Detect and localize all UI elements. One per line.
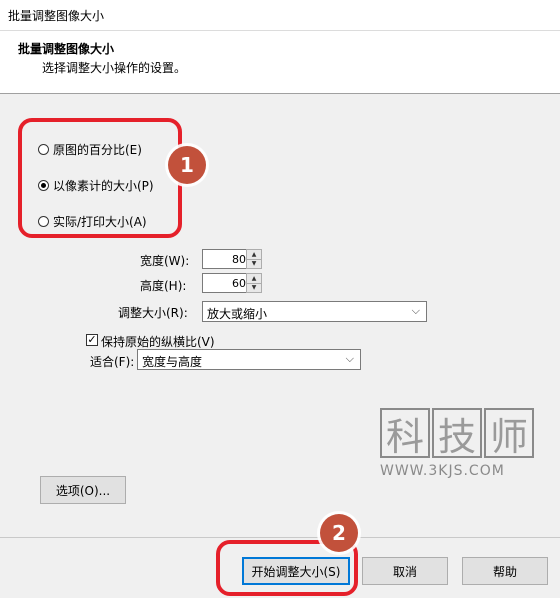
footer-divider bbox=[0, 537, 560, 538]
step-badge-1: 1 bbox=[168, 146, 206, 184]
height-spinner[interactable]: ▲ ▼ bbox=[246, 273, 262, 293]
resize-select[interactable]: 放大或缩小 ⌵ bbox=[202, 301, 427, 322]
width-down-icon[interactable]: ▼ bbox=[247, 259, 261, 268]
resize-label: 调整大小(R): bbox=[118, 306, 188, 320]
cancel-button[interactable]: 取消 bbox=[362, 557, 448, 585]
chevron-down-icon: ⌵ bbox=[411, 304, 420, 317]
window-title: 批量调整图像大小 bbox=[8, 9, 105, 23]
header-title: 批量调整图像大小 bbox=[18, 42, 115, 56]
resize-value: 放大或缩小 bbox=[207, 307, 268, 321]
height-down-icon[interactable]: ▼ bbox=[247, 283, 261, 292]
watermark-url: WWW.3KJS.COM bbox=[380, 463, 505, 479]
watermark-char: 师 bbox=[484, 408, 534, 459]
width-label: 宽度(W): bbox=[140, 254, 190, 268]
dialog-header: 批量调整图像大小 选择调整大小操作的设置。 bbox=[0, 31, 560, 94]
width-spinner[interactable]: ▲ ▼ bbox=[246, 249, 262, 269]
help-button[interactable]: 帮助 bbox=[462, 557, 548, 585]
title-bar: 批量调整图像大小 bbox=[0, 0, 560, 31]
fit-select[interactable]: 宽度与高度 ⌵ bbox=[137, 349, 361, 370]
aspect-label: 保持原始的纵横比(V) bbox=[101, 335, 215, 349]
aspect-checkbox[interactable]: ✓ bbox=[86, 334, 98, 346]
fit-value: 宽度与高度 bbox=[142, 355, 203, 369]
options-button[interactable]: 选项(O)... bbox=[40, 476, 126, 504]
watermark-char: 科 bbox=[380, 408, 430, 459]
step-badge-2: 2 bbox=[320, 514, 358, 552]
chevron-down-icon: ⌵ bbox=[345, 352, 354, 365]
watermark-char: 技 bbox=[432, 408, 482, 459]
fit-label: 适合(F): bbox=[90, 355, 135, 369]
height-label: 高度(H): bbox=[140, 279, 187, 293]
annotation-box-1 bbox=[18, 118, 182, 238]
watermark: 科 技 师 WWW.3KJS.COM bbox=[380, 408, 540, 488]
header-subtitle: 选择调整大小操作的设置。 bbox=[42, 61, 187, 75]
